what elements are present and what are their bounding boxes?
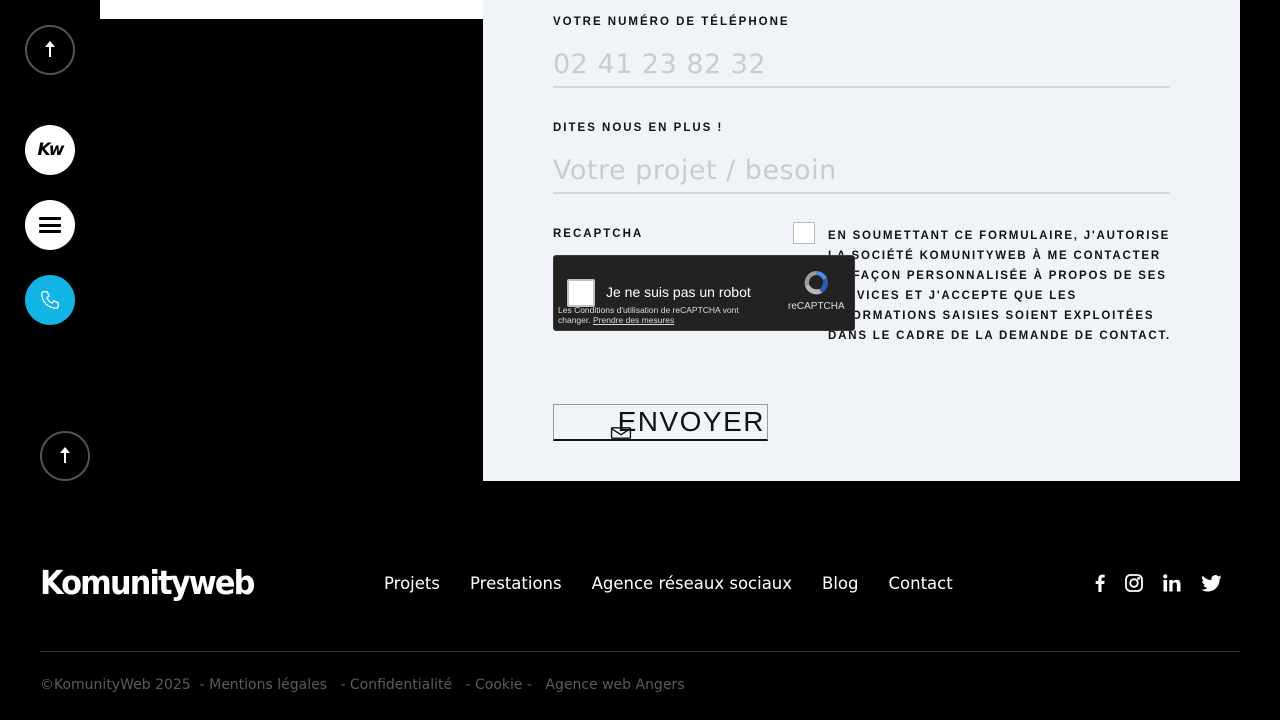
footer-divider (40, 651, 1240, 652)
footer-nav-contact[interactable]: Contact (889, 574, 953, 593)
copyright-text: ©KomunityWeb 2025 (40, 677, 191, 693)
kw-logo: Kw (37, 140, 65, 160)
mail-icon (610, 427, 632, 439)
linkedin-icon[interactable] (1163, 574, 1181, 592)
instagram-icon[interactable] (1125, 574, 1143, 592)
legal-separator: - (327, 677, 350, 693)
home-logo-button[interactable]: Kw (25, 125, 75, 175)
submit-button[interactable]: ENVOYER (553, 404, 768, 441)
footer-nav: Projets Prestations Agence réseaux socia… (384, 574, 953, 593)
details-input[interactable]: Votre projet / besoin (553, 155, 1170, 194)
phone-button[interactable] (25, 275, 75, 325)
top-strip (100, 0, 483, 19)
footer-nav-prestations[interactable]: Prestations (470, 574, 562, 593)
legal-separator: - (452, 677, 475, 693)
footer-nav-agence-reseaux-sociaux[interactable]: Agence réseaux sociaux (592, 574, 792, 593)
recaptcha-terms: Les Conditions d'utilisation de reCAPTCH… (558, 305, 758, 325)
footer-nav-blog[interactable]: Blog (822, 574, 858, 593)
mentions-legales-link[interactable]: Mentions légales (209, 677, 327, 693)
arrow-up-icon (45, 41, 55, 57)
contact-form-panel: Votre numéro de téléphone 02 41 23 82 32… (483, 0, 1240, 481)
footer-nav-projets[interactable]: Projets (384, 574, 440, 593)
confidentialite-link[interactable]: Confidentialité (350, 677, 452, 693)
phone-input[interactable]: 02 41 23 82 32 (553, 49, 1170, 88)
legal-separator: - (522, 677, 546, 693)
legal-separator: - (190, 677, 210, 693)
scroll-top-button[interactable] (25, 25, 75, 75)
facebook-icon[interactable] (1095, 574, 1105, 592)
recaptcha-checkbox-text: Je ne suis pas un robot (606, 284, 751, 300)
social-links (1095, 574, 1222, 592)
arrow-up-icon (60, 447, 70, 463)
consent-checkbox[interactable] (793, 222, 815, 244)
recaptcha-terms-link[interactable]: Prendre des mesures (593, 315, 674, 325)
recaptcha-label: Recaptcha (553, 228, 644, 240)
details-label: Dites nous en plus ! (553, 122, 724, 134)
twitter-icon[interactable] (1201, 574, 1222, 592)
scroll-top-button-bottom[interactable] (40, 431, 90, 481)
consent-text: En soumettant ce formulaire, j'autorise … (828, 230, 1172, 342)
phone-icon (41, 291, 59, 309)
legal-links: ©KomunityWeb 2025 - Mentions légales - C… (40, 677, 685, 693)
recaptcha-checkbox[interactable] (567, 279, 595, 307)
recaptcha-brand: reCAPTCHA (788, 301, 845, 312)
recaptcha-widget: Je ne suis pas un robot reCAPTCHA Les Co… (553, 255, 855, 331)
cookie-link[interactable]: Cookie (475, 677, 523, 693)
recaptcha-logo-icon (804, 270, 828, 295)
agence-web-angers-link[interactable]: Agence web Angers (545, 677, 684, 693)
footer-logo[interactable]: Komunityweb (40, 563, 255, 602)
phone-label: Votre numéro de téléphone (553, 16, 790, 28)
submit-label: ENVOYER (617, 406, 765, 437)
hamburger-icon (39, 217, 61, 233)
menu-button[interactable] (25, 200, 75, 250)
